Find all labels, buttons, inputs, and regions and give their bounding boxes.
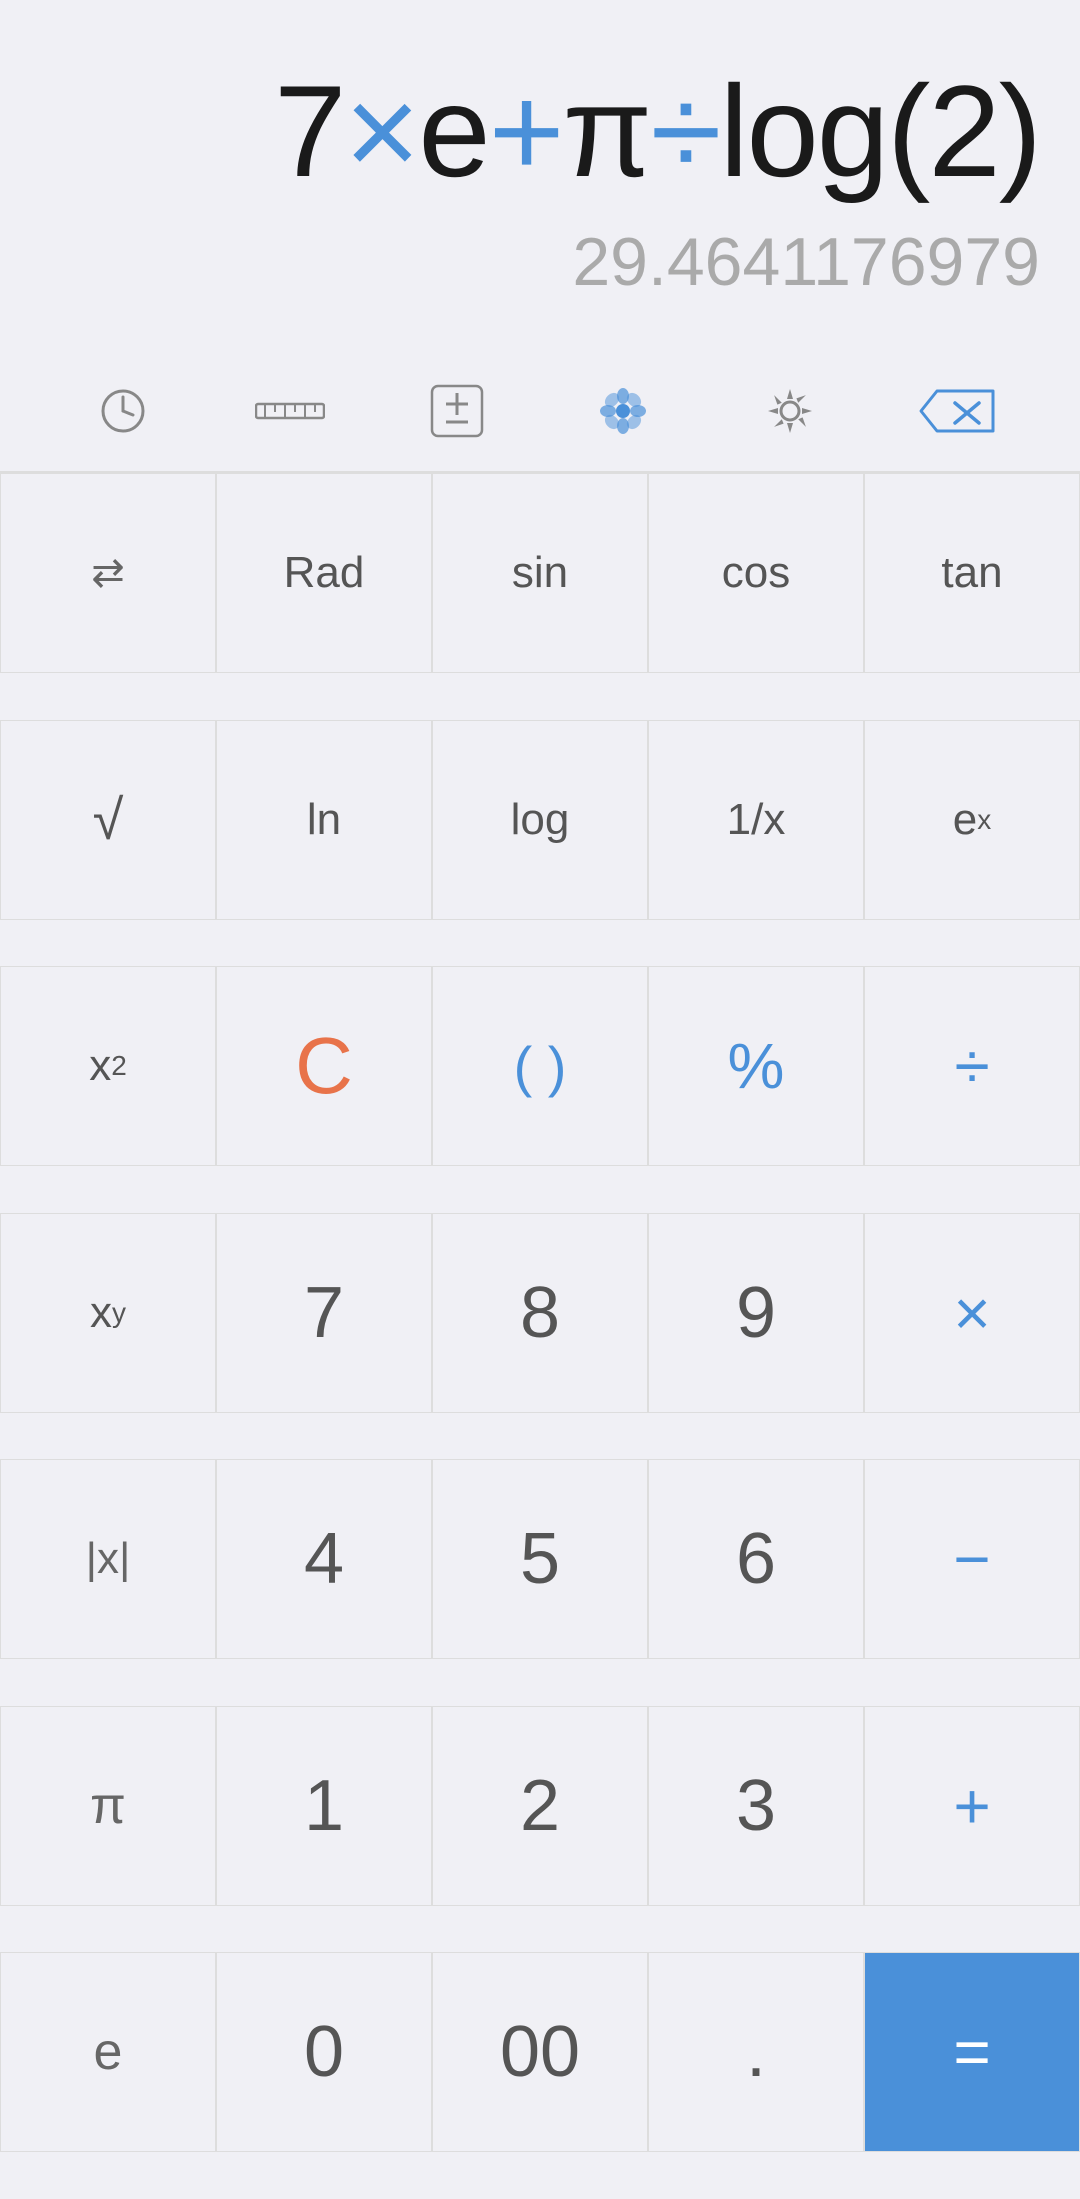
equals-key[interactable]: = [864, 1952, 1080, 2152]
divide-symbol: ÷ [650, 58, 719, 204]
clear-key[interactable]: C [216, 966, 432, 1166]
ruler-button[interactable] [250, 371, 330, 451]
percent-key[interactable]: % [648, 966, 864, 1166]
keypad: ⇄ Rad sin cos tan √ ln log 1/x ex x2 C (… [0, 472, 1080, 2199]
minus-key[interactable]: − [864, 1459, 1080, 1659]
rad-key[interactable]: Rad [216, 473, 432, 673]
sin-key[interactable]: sin [432, 473, 648, 673]
toolbar [0, 351, 1080, 472]
backspace-icon [917, 385, 997, 437]
settings-button[interactable] [750, 371, 830, 451]
theme-button[interactable] [583, 371, 663, 451]
parentheses-key[interactable]: ( ) [432, 966, 648, 1166]
six-key[interactable]: 6 [648, 1459, 864, 1659]
two-key[interactable]: 2 [432, 1706, 648, 1906]
multiply-symbol: × [344, 58, 418, 204]
result-display: 29.4641176979 [572, 223, 1040, 301]
divide-key[interactable]: ÷ [864, 966, 1080, 1166]
ln-key[interactable]: ln [216, 720, 432, 920]
plus-key[interactable]: + [864, 1706, 1080, 1906]
decimal-key[interactable]: . [648, 1952, 864, 2152]
euler-key[interactable]: e [0, 1952, 216, 2152]
four-key[interactable]: 4 [216, 1459, 432, 1659]
abs-key[interactable]: |x| [0, 1459, 216, 1659]
zero-key[interactable]: 0 [216, 1952, 432, 2152]
three-key[interactable]: 3 [648, 1706, 864, 1906]
pi-key[interactable]: π [0, 1706, 216, 1906]
five-key[interactable]: 5 [432, 1459, 648, 1659]
plusminus-button[interactable] [417, 371, 497, 451]
ruler-icon [255, 396, 325, 426]
clock-icon [99, 387, 147, 435]
doublezero-key[interactable]: 00 [432, 1952, 648, 2152]
xpow-key[interactable]: xy [0, 1213, 216, 1413]
ex-key[interactable]: ex [864, 720, 1080, 920]
multiply-key[interactable]: × [864, 1213, 1080, 1413]
one-key[interactable]: 1 [216, 1706, 432, 1906]
log-key[interactable]: log [432, 720, 648, 920]
plusminus-icon [430, 384, 484, 438]
expression: 7×e+π÷log(2) [274, 60, 1040, 203]
nine-key[interactable]: 9 [648, 1213, 864, 1413]
swap-key[interactable]: ⇄ [0, 473, 216, 673]
tan-key[interactable]: tan [864, 473, 1080, 673]
history-button[interactable] [83, 371, 163, 451]
gear-icon [764, 385, 816, 437]
display-area: 7×e+π÷log(2) 29.4641176979 [0, 0, 1080, 351]
plus-symbol: + [489, 58, 563, 204]
backspace-button[interactable] [917, 371, 997, 451]
xsquared-key[interactable]: x2 [0, 966, 216, 1166]
eight-key[interactable]: 8 [432, 1213, 648, 1413]
cos-key[interactable]: cos [648, 473, 864, 673]
theme-icon [597, 385, 649, 437]
reciprocal-key[interactable]: 1/x [648, 720, 864, 920]
sqrt-key[interactable]: √ [0, 720, 216, 920]
seven-key[interactable]: 7 [216, 1213, 432, 1413]
